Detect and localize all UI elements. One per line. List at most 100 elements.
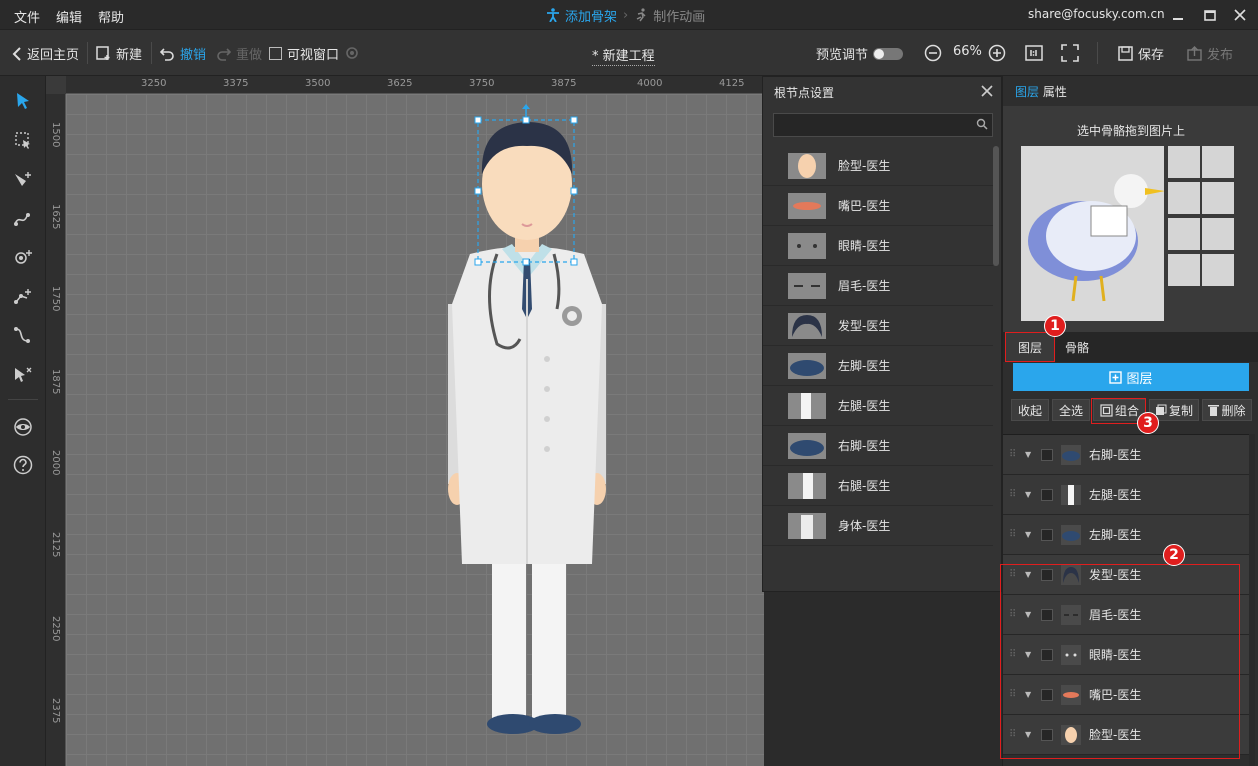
menu-edit[interactable]: 编辑	[56, 7, 82, 26]
canvas-grid[interactable]	[66, 94, 764, 766]
add-node-tool[interactable]	[12, 246, 34, 268]
close-icon[interactable]	[981, 85, 993, 97]
list-item[interactable]: 左脚-医生	[763, 346, 993, 386]
fullscreen-icon[interactable]	[1061, 44, 1079, 62]
save-label: 保存	[1138, 48, 1165, 63]
select-all-button[interactable]: 全选	[1052, 399, 1090, 421]
minimize-icon[interactable]	[1171, 8, 1185, 22]
search-icon	[976, 118, 988, 130]
visible-window-checkbox[interactable]: 可视窗口	[269, 44, 339, 63]
joint-tool[interactable]	[12, 285, 34, 307]
list-item[interactable]: 嘴巴-医生	[763, 186, 993, 226]
close-window-icon[interactable]	[1233, 8, 1247, 22]
divider	[1097, 42, 1098, 64]
maximize-icon[interactable]	[1203, 8, 1217, 22]
ruler-label: 3500	[305, 78, 331, 89]
subtab-bones[interactable]: 骨骼	[1065, 339, 1089, 356]
redo-button[interactable]: 重做	[216, 44, 262, 63]
shoe-thumb	[1061, 524, 1081, 545]
scrollbar[interactable]	[1249, 434, 1255, 766]
step-add-skeleton[interactable]: 添加骨架	[546, 6, 617, 25]
zoom-out-icon[interactable]	[924, 44, 942, 62]
list-item[interactable]: 眼睛-医生	[763, 226, 993, 266]
preview-thumbs	[1202, 146, 1234, 321]
add-bone-tool[interactable]	[12, 168, 34, 190]
mouth-thumb	[788, 192, 826, 219]
annotation-box	[1005, 332, 1055, 362]
table-row[interactable]: ⠿ ▼ 右脚-医生	[1003, 435, 1249, 475]
publish-label: 发布	[1207, 48, 1234, 63]
help-tool[interactable]	[12, 454, 34, 476]
list-item[interactable]: 右腿-医生	[763, 466, 993, 506]
list-item[interactable]: 右脚-医生	[763, 426, 993, 466]
drag-handle-icon[interactable]: ⠿	[1009, 529, 1019, 540]
back-home-button[interactable]: 返回主页	[12, 44, 79, 63]
account-email[interactable]: share@focusky.com.cn	[1028, 7, 1165, 21]
eyebrow-thumb	[788, 272, 826, 299]
tab-layers[interactable]: 图层	[1015, 85, 1039, 99]
caret-down-icon[interactable]: ▼	[1025, 450, 1035, 459]
tab-properties[interactable]: 属性	[1043, 85, 1067, 99]
layer-label: 右脚-医生	[1089, 448, 1142, 462]
zoom-in-icon[interactable]	[988, 44, 1006, 62]
shoe-thumb	[788, 432, 826, 459]
redo-label: 重做	[236, 48, 263, 63]
table-row[interactable]: ⠿ ▼ 左脚-医生	[1003, 515, 1249, 555]
actual-size-icon[interactable]	[1025, 44, 1043, 62]
list-item[interactable]: 身体-医生	[763, 506, 993, 546]
ruler-label: 3875	[551, 78, 577, 89]
list-item[interactable]: 脸型-医生	[763, 146, 993, 186]
vertical-ruler: 1500 1625 1750 1875 2000 2125 2250 2375	[46, 94, 66, 766]
save-button[interactable]: 保存	[1118, 44, 1164, 63]
cursor-remove-icon	[15, 367, 32, 382]
drag-handle-icon[interactable]: ⠿	[1009, 449, 1019, 460]
collapse-button[interactable]: 收起	[1011, 399, 1049, 421]
scrollbar[interactable]	[993, 146, 999, 266]
caret-down-icon[interactable]: ▼	[1025, 490, 1035, 499]
table-row[interactable]: ⠿ ▼ 左腿-医生	[1003, 475, 1249, 515]
layer-checkbox[interactable]	[1041, 488, 1053, 501]
new-button[interactable]: 新建	[96, 44, 142, 63]
preview-toggle[interactable]	[873, 47, 904, 60]
list-item[interactable]: 左腿-医生	[763, 386, 993, 426]
canvas-area[interactable]: 3250 3375 3500 3625 3750 3875 4000 4125 …	[46, 76, 764, 766]
search-input[interactable]	[773, 113, 993, 137]
new-file-icon	[96, 46, 110, 60]
list-item[interactable]: 眉毛-医生	[763, 266, 993, 306]
visibility-tool[interactable]	[12, 416, 34, 438]
settings-gear-icon[interactable]	[345, 46, 359, 60]
joint-icon	[14, 289, 31, 304]
copy-icon	[1156, 404, 1167, 415]
caret-down-icon[interactable]: ▼	[1025, 530, 1035, 539]
delete-button[interactable]: 删除	[1202, 399, 1252, 421]
drag-handle-icon[interactable]: ⠿	[1009, 489, 1019, 500]
horizontal-ruler: 3250 3375 3500 3625 3750 3875 4000 4125	[66, 76, 764, 94]
bend-tool[interactable]	[12, 324, 34, 346]
list-item-label: 眉毛-医生	[838, 279, 891, 293]
list-item-label: 右脚-医生	[838, 439, 891, 453]
list-item[interactable]: 发型-医生	[763, 306, 993, 346]
layer-label: 左脚-医生	[1089, 528, 1142, 542]
marquee-select-tool[interactable]	[12, 129, 34, 151]
list-item-label: 左脚-医生	[838, 359, 891, 373]
curve-bone-tool[interactable]	[12, 207, 34, 229]
delete-label: 删除	[1221, 403, 1246, 418]
remove-select-tool[interactable]	[12, 364, 34, 386]
step-make-animation[interactable]: 制作动画	[634, 6, 705, 25]
skeleton-icon	[547, 8, 559, 22]
add-layer-label: 图层	[1126, 371, 1153, 387]
ruler-label: 4125	[719, 78, 745, 89]
menu-help[interactable]: 帮助	[98, 7, 124, 26]
chevron-right-icon: ›	[623, 7, 629, 23]
undo-button[interactable]: 撤销	[160, 44, 206, 63]
layer-checkbox[interactable]	[1041, 528, 1053, 541]
ruler-label: 2250	[50, 616, 61, 642]
publish-button[interactable]: 发布	[1187, 44, 1233, 63]
doctor-character[interactable]	[442, 104, 612, 754]
layer-checkbox[interactable]	[1041, 448, 1053, 461]
add-layer-button[interactable]: 图层	[1013, 363, 1249, 391]
menu-file[interactable]: 文件	[14, 7, 40, 26]
project-title[interactable]: * 新建工程	[592, 45, 655, 66]
save-icon	[1118, 46, 1133, 61]
select-tool[interactable]	[12, 90, 34, 112]
